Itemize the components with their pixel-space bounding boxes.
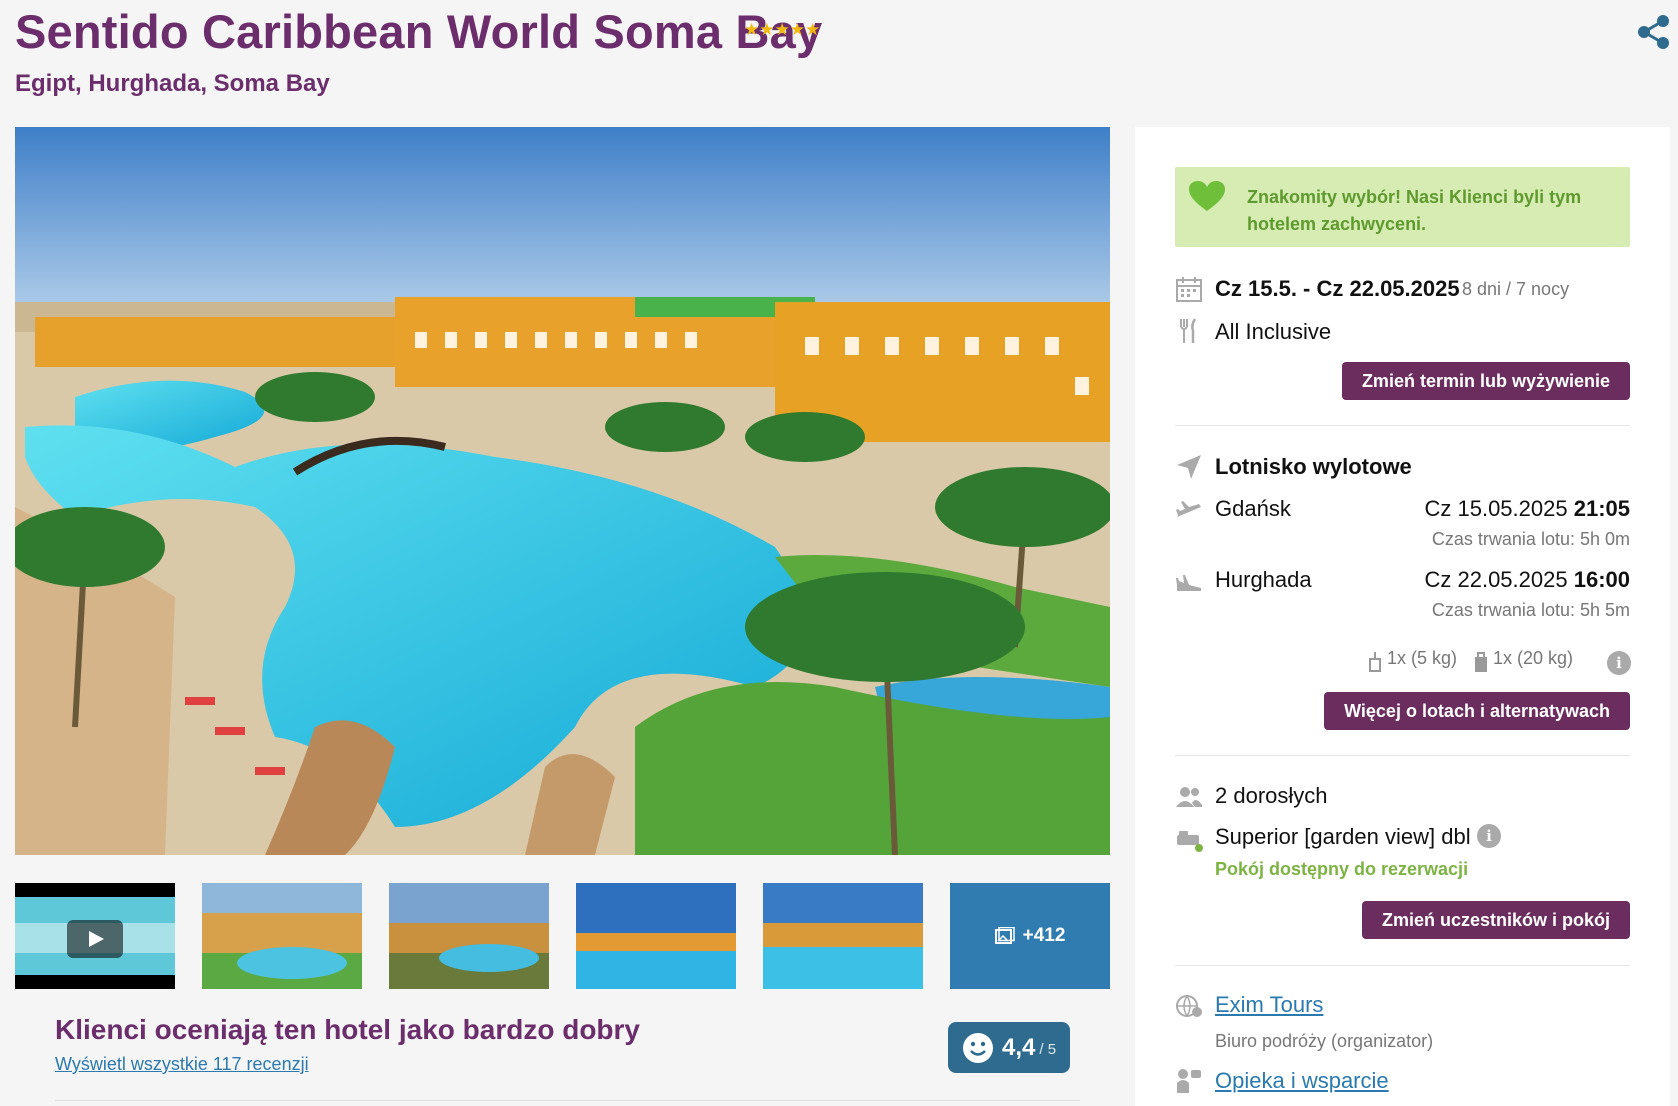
people-icon — [1176, 787, 1202, 807]
change-room-button[interactable]: Zmień uczestników i pokój — [1361, 901, 1630, 939]
star-rating: ★★★★★ — [744, 20, 821, 39]
suitcase-icon — [1475, 652, 1487, 672]
smiley-icon — [963, 1032, 993, 1063]
return-datetime: Cz 22.05.2025 16:00 — [1424, 567, 1630, 593]
hand-luggage-icon — [1369, 652, 1381, 672]
more-photos-count: +412 — [1022, 925, 1066, 946]
outbound-time: 21:05 — [1573, 496, 1630, 521]
images-icon — [994, 927, 1015, 944]
organizer-role: Biuro podróży (organizator) — [1215, 1031, 1434, 1051]
travel-dates: Cz 15.5. - Cz 22.05.2025 — [1215, 276, 1460, 301]
support-link[interactable]: Opieka i wsparcie — [1215, 1068, 1389, 1094]
divider — [55, 1100, 1080, 1101]
reviews-summary-title: Klienci oceniają ten hotel jako bardzo d… — [55, 1014, 641, 1045]
booking-sidebar: Znakomity wybór! Nasi Klienci byli tym h… — [1135, 127, 1670, 1106]
hotel-location: Egipt, Hurghada, Soma Bay — [15, 70, 330, 97]
hotel-title: Sentido Caribbean World Soma Bay — [15, 5, 823, 58]
plane-arrival-icon — [1176, 575, 1201, 591]
share-icon[interactable] — [1636, 14, 1672, 50]
outbound-datetime: Cz 15.05.2025 21:05 — [1424, 496, 1630, 522]
outbound-city: Gdańsk — [1215, 496, 1291, 521]
outbound-flight-time: Czas trwania lotu: 5h 0m — [1431, 529, 1630, 549]
thumbnail-strip: +412 — [15, 883, 1110, 989]
divider — [1175, 425, 1630, 426]
all-reviews-link[interactable]: Wyświetl wszystkie 117 recenzji — [55, 1054, 309, 1075]
photo-thumbnail[interactable] — [576, 883, 736, 989]
globe-icon — [1176, 995, 1202, 1017]
recommendation-notice: Znakomity wybór! Nasi Klienci byli tym h… — [1175, 167, 1630, 247]
main-hotel-photo[interactable] — [15, 127, 1110, 855]
info-icon[interactable]: i — [1607, 651, 1631, 675]
rating-badge[interactable]: 4,4 / 5 — [948, 1022, 1070, 1073]
room-type: Superior [garden view] dbl — [1215, 824, 1471, 849]
plane-departure-icon — [1176, 501, 1201, 517]
more-flights-button[interactable]: Więcej o lotach i alternatywach — [1324, 692, 1630, 730]
photo-thumbnail[interactable] — [389, 883, 549, 989]
heart-icon — [1189, 181, 1225, 211]
room-availability: Pokój dostępny do rezerwacji — [1215, 859, 1469, 879]
rating-score: 4,4 — [1002, 1033, 1036, 1061]
trip-duration: 8 dni / 7 nocy — [1462, 279, 1570, 299]
notice-text: Znakomity wybór! Nasi Klienci byli tym h… — [1247, 187, 1582, 234]
video-thumbnail[interactable] — [15, 883, 175, 989]
change-date-button[interactable]: Zmień termin lub wyżywienie — [1341, 362, 1630, 400]
outbound-date: Cz 15.05.2025 — [1424, 496, 1568, 521]
return-time: 16:00 — [1573, 567, 1630, 592]
organizer-link[interactable]: Exim Tours — [1215, 992, 1323, 1018]
board-type: All Inclusive — [1215, 319, 1332, 344]
return-city: Hurghada — [1215, 567, 1312, 592]
departure-airport-heading: Lotnisko wylotowe — [1215, 454, 1412, 479]
rating-max: / 5 — [1039, 1041, 1057, 1058]
navigation-arrow-icon — [1177, 455, 1201, 479]
info-icon[interactable]: i — [1477, 824, 1501, 848]
travellers: 2 dorosłych — [1215, 783, 1328, 808]
return-flight-time: Czas trwania lotu: 5h 5m — [1431, 600, 1630, 620]
hand-luggage: 1x (5 kg) — [1387, 648, 1458, 668]
cutlery-icon — [1180, 318, 1197, 343]
bed-icon — [1177, 831, 1203, 852]
checked-luggage: 1x (20 kg) — [1493, 648, 1574, 668]
more-photos-thumbnail[interactable]: +412 — [950, 883, 1110, 989]
calendar-icon — [1176, 277, 1202, 302]
support-icon — [1177, 1069, 1201, 1093]
photo-thumbnail[interactable] — [763, 883, 923, 989]
divider — [1175, 965, 1630, 966]
photo-thumbnail[interactable] — [202, 883, 362, 989]
play-icon[interactable] — [67, 920, 123, 958]
return-date: Cz 22.05.2025 — [1424, 567, 1568, 592]
divider — [1175, 755, 1630, 756]
